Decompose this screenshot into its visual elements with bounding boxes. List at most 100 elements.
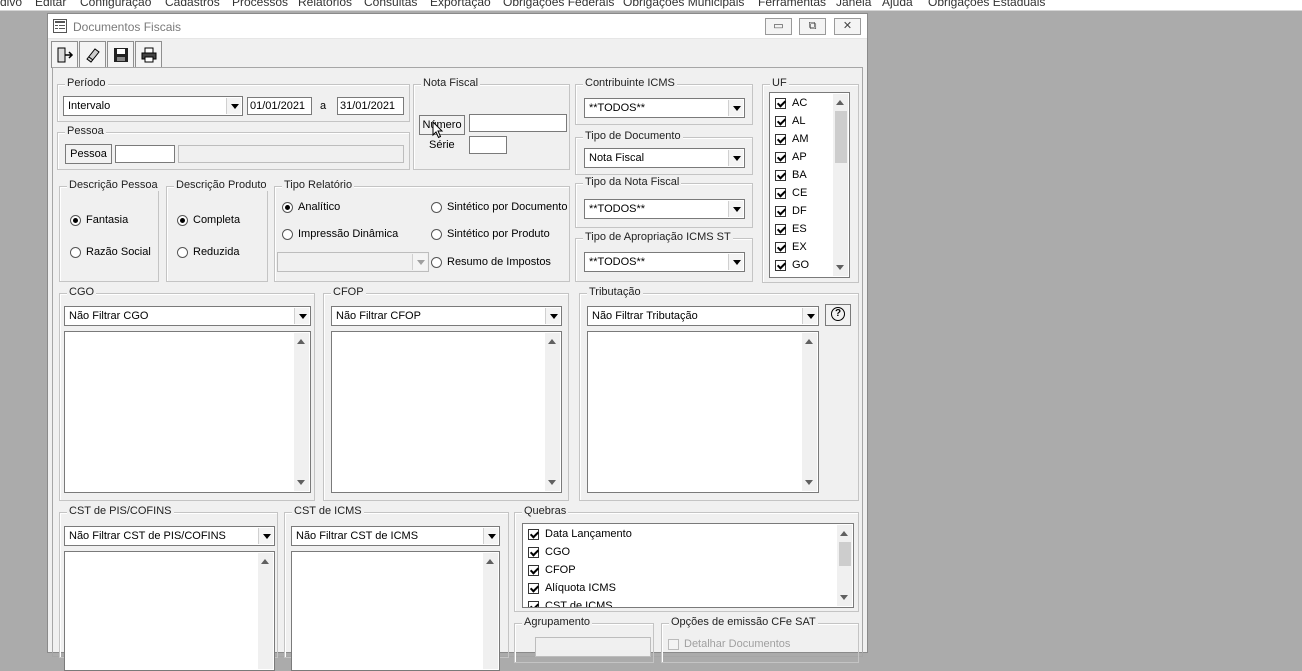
checkbox-icon[interactable] — [528, 601, 539, 607]
chevron-down-icon[interactable] — [728, 150, 743, 166]
periodo-tipo-select[interactable]: Intervalo — [63, 96, 243, 116]
radio-icon[interactable] — [431, 202, 442, 213]
save-button[interactable] — [107, 41, 134, 68]
checkbox-icon[interactable] — [775, 116, 786, 127]
scroll-up-icon[interactable] — [548, 339, 556, 344]
radio-icon[interactable] — [282, 229, 293, 240]
cst-pis-select[interactable]: Não Filtrar CST de PIS/COFINS — [64, 526, 275, 546]
tributacao-list[interactable] — [587, 331, 819, 493]
scroll-up-icon[interactable] — [486, 559, 494, 564]
data-inicio-field[interactable]: 01/01/2021 — [247, 97, 312, 115]
contribuinte-select[interactable]: **TODOS** — [584, 98, 745, 118]
scroll-up-icon[interactable] — [840, 531, 848, 536]
menu-obrigacoes-estaduais[interactable]: Obrigações Estaduais — [928, 0, 1045, 9]
data-fim-field[interactable]: 31/01/2021 — [337, 97, 404, 115]
menu-ferramentas[interactable]: Ferramentas — [758, 0, 826, 9]
scroll-up-icon[interactable] — [836, 100, 844, 105]
checkbox-icon[interactable] — [528, 583, 539, 594]
checkbox-icon[interactable] — [775, 242, 786, 253]
menu-editar[interactable]: Editar — [35, 0, 66, 9]
cgo-list[interactable] — [64, 331, 311, 493]
menu-obrigacoes-federais[interactable]: Obrigações Federais — [503, 0, 614, 9]
tributacao-select[interactable]: Não Filtrar Tributação — [587, 306, 819, 326]
chevron-down-icon[interactable] — [226, 98, 241, 114]
cst-icms-list[interactable] — [291, 551, 500, 671]
radio-icon[interactable] — [282, 202, 293, 213]
tipo-apropriacao-select[interactable]: **TODOS** — [584, 252, 745, 272]
cgo-select[interactable]: Não Filtrar CGO — [64, 306, 311, 326]
radio-icon[interactable] — [70, 215, 81, 226]
menu-relatorios[interactable]: Relatórios — [298, 0, 352, 9]
scroll-down-icon[interactable] — [836, 265, 844, 270]
checkbox-icon[interactable] — [528, 547, 539, 558]
checkbox-icon[interactable] — [775, 224, 786, 235]
minimize-button[interactable]: ▭ — [765, 18, 792, 35]
scroll-thumb[interactable] — [835, 111, 847, 163]
clear-button[interactable] — [79, 41, 106, 68]
menu-processos[interactable]: Processos — [232, 0, 288, 9]
restore-button[interactable]: ⧉ — [799, 18, 826, 35]
menu-ajuda[interactable]: Ajuda — [882, 0, 913, 9]
chevron-down-icon[interactable] — [728, 100, 743, 116]
scroll-down-icon[interactable] — [548, 480, 556, 485]
checkbox-icon[interactable] — [775, 98, 786, 109]
quebras-scrollbar[interactable] — [837, 525, 852, 606]
detalhar-documentos-checkbox[interactable] — [668, 639, 679, 650]
cst-icms-select[interactable]: Não Filtrar CST de ICMS — [291, 526, 500, 546]
numero-field[interactable] — [469, 114, 567, 132]
tipo-nota-select[interactable]: **TODOS** — [584, 199, 745, 219]
cst-pis-list[interactable] — [64, 551, 275, 671]
exit-button[interactable] — [51, 41, 78, 68]
radio-icon[interactable] — [177, 215, 188, 226]
cst-icms-scrollbar[interactable] — [483, 553, 498, 669]
checkbox-icon[interactable] — [775, 134, 786, 145]
cst-pis-scrollbar[interactable] — [258, 553, 273, 669]
checkbox-icon[interactable] — [528, 529, 539, 540]
scroll-up-icon[interactable] — [805, 339, 813, 344]
menu-janela[interactable]: Janela — [836, 0, 871, 9]
checkbox-icon[interactable] — [775, 188, 786, 199]
scroll-down-icon[interactable] — [297, 480, 305, 485]
menu-consultas[interactable]: Consultas — [364, 0, 417, 9]
cgo-scrollbar[interactable] — [294, 333, 309, 491]
scroll-thumb[interactable] — [839, 542, 851, 566]
menu-cadastros[interactable]: Cadastros — [165, 0, 220, 9]
scroll-down-icon[interactable] — [805, 480, 813, 485]
pessoa-button[interactable]: Pessoa — [65, 144, 112, 164]
chevron-down-icon[interactable] — [483, 528, 498, 544]
radio-icon[interactable] — [431, 229, 442, 240]
quebras-checklist[interactable]: Data Lançamento CGO CFOP Alíquota ICMS C… — [522, 523, 854, 608]
menu-obrigacoes-municipais[interactable]: Obrigações Municipais — [623, 0, 744, 9]
menu-arquivo[interactable]: divo — [0, 0, 22, 9]
tipo-documento-select[interactable]: Nota Fiscal — [584, 148, 745, 168]
radio-icon[interactable] — [70, 247, 81, 258]
serie-field[interactable] — [469, 136, 507, 154]
tributacao-scrollbar[interactable] — [802, 333, 817, 491]
cfop-scrollbar[interactable] — [545, 333, 560, 491]
menu-exportacao[interactable]: Exportação — [430, 0, 491, 9]
checkbox-icon[interactable] — [775, 260, 786, 271]
close-button[interactable]: ✕ — [834, 18, 861, 35]
chevron-down-icon[interactable] — [258, 528, 273, 544]
menu-configuracao[interactable]: Configuração — [80, 0, 151, 9]
print-button[interactable] — [135, 41, 162, 68]
scroll-down-icon[interactable] — [840, 595, 848, 600]
pessoa-codigo-field[interactable] — [115, 145, 175, 163]
scroll-up-icon[interactable] — [261, 559, 269, 564]
checkbox-icon[interactable] — [775, 170, 786, 181]
uf-checklist[interactable]: AC AL AM AP BA CE DF ES EX GO — [769, 92, 850, 278]
scroll-up-icon[interactable] — [297, 339, 305, 344]
chevron-down-icon[interactable] — [728, 201, 743, 217]
checkbox-icon[interactable] — [775, 152, 786, 163]
chevron-down-icon[interactable] — [802, 308, 817, 324]
window-titlebar[interactable]: Documentos Fiscais ▭ ⧉ ✕ — [48, 14, 867, 39]
chevron-down-icon[interactable] — [728, 254, 743, 270]
tributacao-help-button[interactable]: ? — [825, 304, 851, 326]
chevron-down-icon[interactable] — [545, 308, 560, 324]
uf-scrollbar[interactable] — [833, 94, 848, 276]
checkbox-icon[interactable] — [528, 565, 539, 576]
radio-icon[interactable] — [431, 257, 442, 268]
cfop-select[interactable]: Não Filtrar CFOP — [331, 306, 562, 326]
chevron-down-icon[interactable] — [294, 308, 309, 324]
checkbox-icon[interactable] — [775, 206, 786, 217]
